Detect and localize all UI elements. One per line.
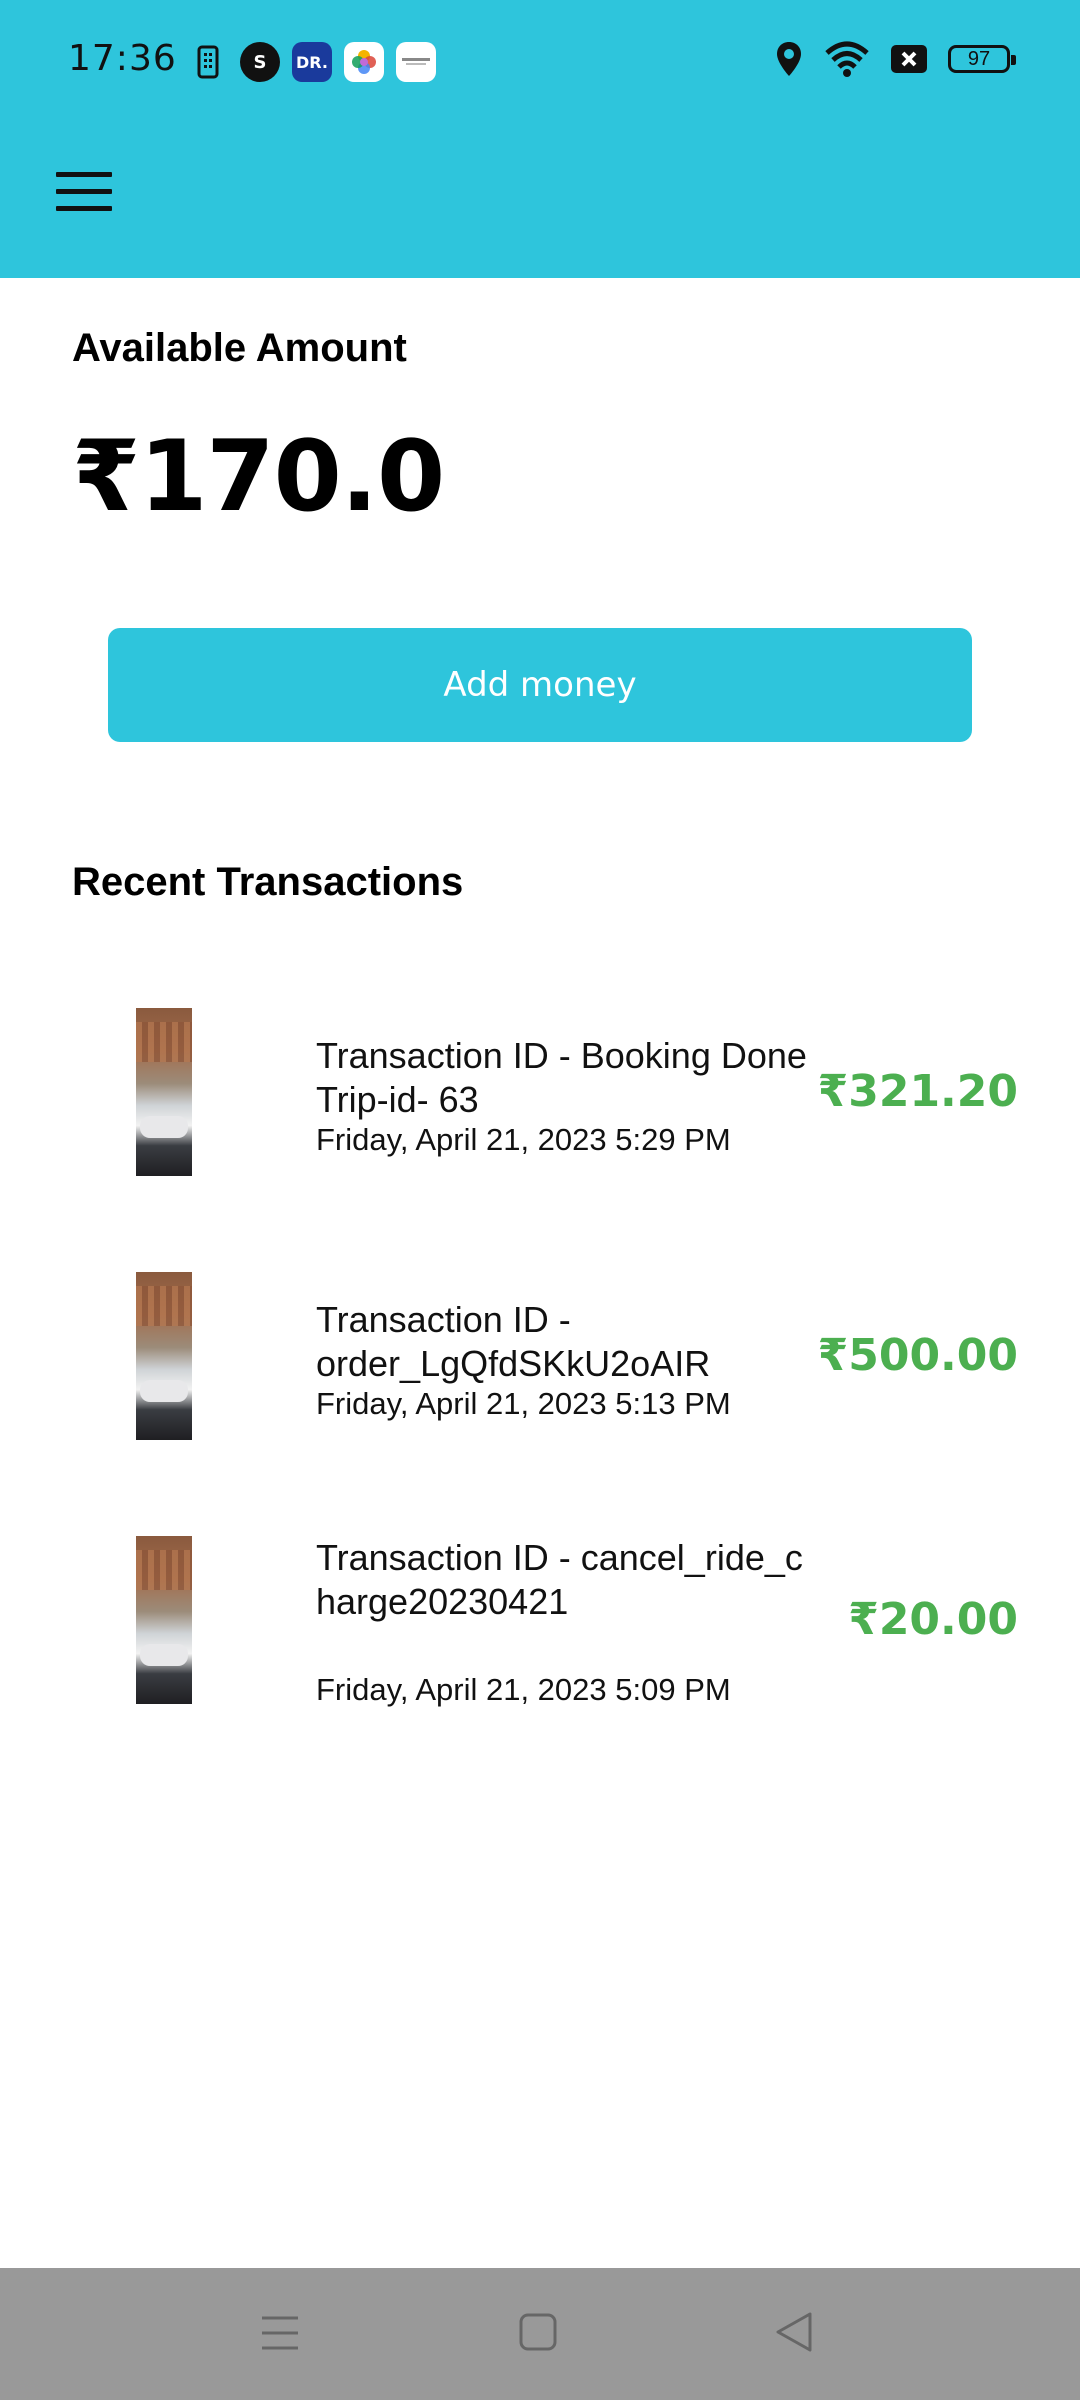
transaction-row[interactable]: Transaction ID - Booking Done Trip-id- 6… bbox=[0, 1008, 1080, 1178]
dr-app-icon: DR. bbox=[292, 42, 332, 82]
system-nav-bar bbox=[0, 2268, 1080, 2400]
available-amount-label: Available Amount bbox=[72, 326, 407, 370]
location-icon bbox=[777, 42, 801, 76]
home-icon[interactable] bbox=[508, 2308, 568, 2358]
wifi-icon bbox=[825, 41, 869, 77]
transaction-date: Friday, April 21, 2023 5:13 PM bbox=[316, 1386, 731, 1421]
status-right-icons: 97 bbox=[774, 40, 1016, 78]
transaction-amount: ₹500.00 bbox=[817, 1330, 1018, 1381]
recents-icon[interactable] bbox=[250, 2308, 310, 2358]
battery-icon: 97 bbox=[948, 45, 1016, 73]
transaction-thumbnail bbox=[136, 1008, 192, 1176]
transaction-title: Transaction ID - Booking Done Trip-id- 6… bbox=[316, 1035, 807, 1120]
back-icon[interactable] bbox=[766, 2308, 826, 2358]
battery-level: 97 bbox=[967, 47, 991, 70]
transaction-title: Transaction ID - cancel_ride_charge20230… bbox=[316, 1537, 803, 1622]
sim-icon bbox=[188, 42, 228, 82]
transaction-row[interactable]: Transaction ID - order_LgQfdSKkU2oAIR Fr… bbox=[0, 1272, 1080, 1442]
transaction-row[interactable]: Transaction ID - cancel_ride_charge20230… bbox=[0, 1536, 1080, 1707]
available-amount-value: ₹170.0 bbox=[72, 420, 445, 534]
transaction-thumbnail bbox=[136, 1536, 192, 1704]
transaction-date: Friday, April 21, 2023 5:09 PM bbox=[316, 1672, 731, 1707]
notification-icons: S DR. bbox=[188, 42, 436, 82]
photos-icon bbox=[344, 42, 384, 82]
transaction-date: Friday, April 21, 2023 5:29 PM bbox=[316, 1122, 731, 1157]
no-signal-icon bbox=[891, 45, 927, 73]
transaction-title: Transaction ID - order_LgQfdSKkU2oAIR bbox=[316, 1299, 711, 1384]
recent-transactions-title: Recent Transactions bbox=[72, 860, 464, 904]
status-time: 17:36 bbox=[68, 38, 177, 79]
add-money-button[interactable]: Add money bbox=[108, 628, 972, 742]
app-header: 17:36 S DR. 97 bbox=[0, 0, 1080, 278]
app-icon bbox=[396, 42, 436, 82]
transaction-amount: ₹20.00 bbox=[848, 1594, 1018, 1645]
skype-icon: S bbox=[240, 42, 280, 82]
transaction-thumbnail bbox=[136, 1272, 192, 1440]
transaction-amount: ₹321.20 bbox=[817, 1066, 1018, 1117]
hamburger-menu-icon[interactable] bbox=[56, 172, 112, 214]
